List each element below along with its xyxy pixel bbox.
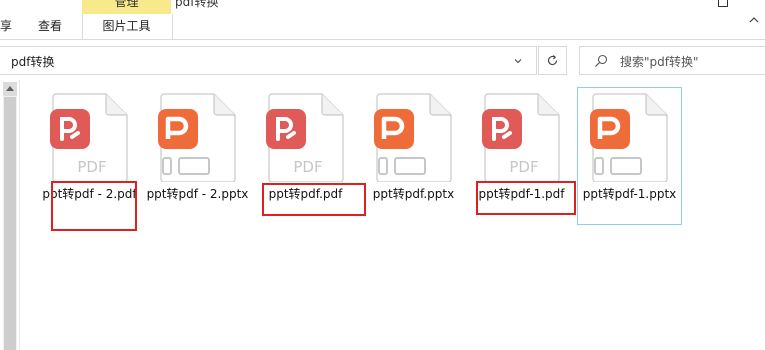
ribbon: 管理 pdf转换 享 查看 图片工具 — [0, 0, 765, 40]
pane-divider — [19, 80, 20, 350]
annotation-highlight-box — [476, 181, 576, 215]
tab-picture-tools[interactable]: 图片工具 — [82, 17, 171, 34]
refresh-icon — [547, 55, 558, 66]
wps-pdf-icon: PDF — [470, 92, 573, 183]
wps-pdf-icon: PDF — [254, 92, 357, 183]
nav-scrollbar-thumb[interactable] — [4, 97, 16, 350]
address-row: pdf转换 搜索"pdf转换" — [0, 40, 765, 80]
ribbon-expand-chevron-icon[interactable] — [748, 14, 760, 26]
refresh-button[interactable] — [538, 46, 567, 75]
annotation-highlight-box — [262, 183, 366, 216]
pdf-text: PDF — [293, 158, 322, 176]
wps-presentation-icon — [146, 92, 249, 183]
tab-share[interactable]: 享 — [0, 17, 12, 34]
annotation-highlight-box — [51, 181, 137, 231]
context-group-label: 管理 — [114, 0, 139, 9]
file-item[interactable]: ppt转pdf - 2.pptx — [146, 88, 249, 224]
file-name[interactable]: ppt转pdf.pptx — [362, 186, 465, 202]
tab-view[interactable]: 查看 — [38, 17, 62, 34]
window-title: pdf转换 — [175, 0, 219, 9]
pdf-text: PDF — [509, 158, 538, 176]
address-bar[interactable]: pdf转换 — [0, 46, 537, 75]
nav-scroll-up-button[interactable] — [3, 82, 17, 96]
search-input[interactable]: 搜索"pdf转换" — [579, 46, 765, 75]
file-item[interactable]: ppt转pdf-1.pptx — [577, 87, 682, 225]
file-item[interactable]: ppt转pdf.pptx — [362, 88, 465, 224]
wps-pdf-icon: PDF — [38, 92, 141, 183]
address-path[interactable]: pdf转换 — [11, 53, 54, 70]
wps-presentation-icon — [362, 92, 465, 183]
search-icon — [595, 54, 608, 67]
file-name[interactable]: ppt转pdf - 2.pptx — [146, 186, 249, 202]
file-name[interactable]: ppt转pdf-1.pptx — [578, 186, 681, 202]
wps-presentation-icon — [578, 92, 681, 183]
restore-icon[interactable] — [718, 0, 728, 7]
file-explorer-window: 管理 pdf转换 享 查看 图片工具 pdf转换 搜索"pdf转换" PDF p… — [0, 0, 765, 350]
pdf-text: PDF — [77, 158, 106, 176]
search-placeholder: 搜索"pdf转换" — [620, 55, 699, 69]
address-history-dropdown-icon[interactable] — [514, 57, 522, 65]
scroll-up-arrow-icon — [6, 86, 14, 91]
